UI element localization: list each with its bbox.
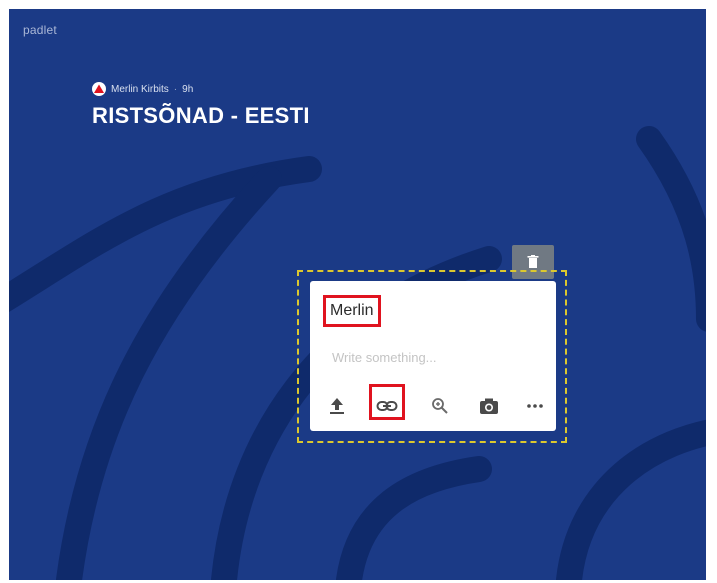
upload-icon xyxy=(330,398,344,414)
author-avatar-icon xyxy=(92,82,106,96)
board-title: RISTSÕNAD - EESTI xyxy=(92,103,310,128)
author-name[interactable]: Merlin Kirbits xyxy=(111,84,169,95)
more-icon xyxy=(527,404,543,408)
search-icon xyxy=(432,398,448,414)
separator: · xyxy=(173,83,178,95)
post-author-name: Merlin xyxy=(323,295,381,327)
trash-icon xyxy=(527,255,539,268)
author-row: Merlin Kirbits · 9h xyxy=(92,81,193,97)
attachment-toolbar xyxy=(322,384,546,421)
link-button[interactable] xyxy=(372,391,402,421)
link-icon xyxy=(376,401,398,411)
upload-button[interactable] xyxy=(322,391,352,421)
more-options-button[interactable] xyxy=(520,391,550,421)
camera-button[interactable] xyxy=(474,391,504,421)
padlet-logo[interactable]: padlet xyxy=(23,23,57,37)
post-time: 9h xyxy=(182,83,194,95)
post-body-input[interactable] xyxy=(330,349,544,366)
camera-icon xyxy=(480,398,498,414)
post-editor-card: Merlin xyxy=(310,281,556,431)
search-button[interactable] xyxy=(425,391,455,421)
